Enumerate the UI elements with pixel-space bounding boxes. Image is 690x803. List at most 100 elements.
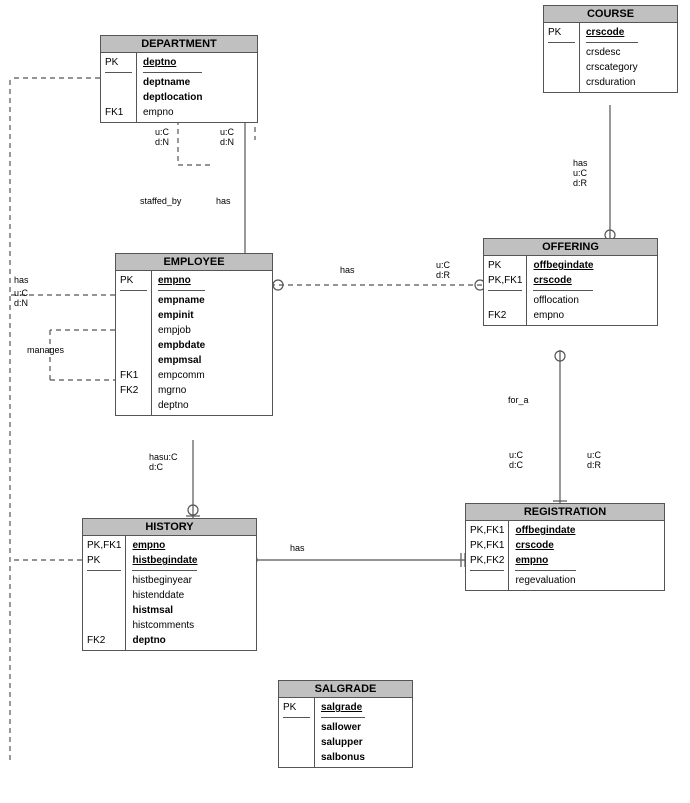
entity-registration-keys: PK,FK1 PK,FK1 PK,FK2 xyxy=(466,521,509,590)
course-attr-crsduration: crsduration xyxy=(586,75,638,90)
label-has-emp-off: has xyxy=(340,265,355,275)
dept-attr-deptno: deptno xyxy=(143,55,202,70)
course-key-blank2 xyxy=(548,60,575,75)
entity-department-header: DEPARTMENT xyxy=(101,36,257,53)
reg-attr-crscode: crscode xyxy=(515,538,575,553)
entity-department-attrs: deptno deptname deptlocation empno xyxy=(137,53,208,122)
entity-history: HISTORY PK,FK1 PK FK2 empno histbegindat… xyxy=(82,518,257,651)
label-hasu-c: hasu:Cd:C xyxy=(149,452,178,472)
entity-history-body: PK,FK1 PK FK2 empno histbegindate histbe… xyxy=(83,536,256,650)
off-attr-empno: empno xyxy=(533,308,593,323)
reg-key-pkfk1-2: PK,FK1 xyxy=(470,538,504,553)
emp-attr-empbdate: empbdate xyxy=(158,338,205,353)
reg-key-blank xyxy=(470,573,504,588)
sal-key-blank1 xyxy=(283,720,310,735)
label-has-course-off: has xyxy=(573,158,588,168)
sal-key-blank3 xyxy=(283,750,310,765)
dept-key-pk: PK xyxy=(105,55,132,70)
entity-registration-attrs: offbegindate crscode empno regevaluation xyxy=(509,521,581,590)
emp-attr-empcomm: empcomm xyxy=(158,368,205,383)
hist-key-pk: PK xyxy=(87,553,121,568)
diagram-container: u:Cd:N u:Cd:N staffed_by has has u:Cd:N … xyxy=(0,0,690,803)
emp-attr-mgrno: mgrno xyxy=(158,383,205,398)
entity-offering-keys: PK PK,FK1 FK2 xyxy=(484,256,527,325)
sal-attr-salgrade: salgrade xyxy=(321,700,365,715)
emp-key-blank4 xyxy=(120,338,147,353)
course-key-blank3 xyxy=(548,75,575,90)
emp-key-blank2 xyxy=(120,308,147,323)
entity-offering-body: PK PK,FK1 FK2 offbegindate crscode offlo… xyxy=(484,256,657,325)
hist-attr-histmsal: histmsal xyxy=(132,603,197,618)
label-uc-dn-left: u:Cd:N xyxy=(14,288,28,308)
entity-employee: EMPLOYEE PK FK1 FK2 empno empname empini… xyxy=(115,253,273,416)
entity-registration-body: PK,FK1 PK,FK1 PK,FK2 offbegindate crscod… xyxy=(466,521,664,590)
entity-salgrade-body: PK salgrade sallower salupper salbonus xyxy=(279,698,412,767)
emp-key-blank1 xyxy=(120,293,147,308)
entity-salgrade-header: SALGRADE xyxy=(279,681,412,698)
course-attr-crscategory: crscategory xyxy=(586,60,638,75)
emp-attr-empno: empno xyxy=(158,273,205,288)
off-attr-crscode: crscode xyxy=(533,273,593,288)
sal-attr-sallower: sallower xyxy=(321,720,365,735)
entity-course: COURSE PK crscode crsdesc crscategory cr… xyxy=(543,5,678,93)
entity-offering-header: OFFERING xyxy=(484,239,657,256)
entity-employee-attrs: empno empname empinit empjob empbdate em… xyxy=(152,271,211,415)
emp-attr-empmsal: empmsal xyxy=(158,353,205,368)
emp-attr-deptno: deptno xyxy=(158,398,205,413)
reg-key-pkfk1-1: PK,FK1 xyxy=(470,523,504,538)
entity-department-keys: PK FK1 xyxy=(101,53,137,122)
off-attr-offbegindate: offbegindate xyxy=(533,258,593,273)
course-attr-crsdesc: crsdesc xyxy=(586,45,638,60)
reg-key-pkfk2: PK,FK2 xyxy=(470,553,504,568)
label-uc-dr-emp-off: u:Cd:R xyxy=(436,260,450,280)
dept-attr-deptlocation: deptlocation xyxy=(143,90,202,105)
entity-salgrade-keys: PK xyxy=(279,698,315,767)
reg-attr-regevaluation: regevaluation xyxy=(515,573,575,588)
hist-key-blank3 xyxy=(87,603,121,618)
hist-key-pkfk1: PK,FK1 xyxy=(87,538,121,553)
entity-employee-body: PK FK1 FK2 empno empname empinit empjob … xyxy=(116,271,272,415)
dept-key-blank1 xyxy=(105,75,132,90)
emp-key-fk1: FK1 xyxy=(120,368,147,383)
reg-attr-offbegindate: offbegindate xyxy=(515,523,575,538)
dept-key-blank2 xyxy=(105,90,132,105)
emp-key-blank3 xyxy=(120,323,147,338)
hist-attr-histbeginyear: histbeginyear xyxy=(132,573,197,588)
sal-attr-salbonus: salbonus xyxy=(321,750,365,765)
emp-attr-empname: empname xyxy=(158,293,205,308)
dept-attr-empno: empno xyxy=(143,105,202,120)
label-uc-staffedby2: u:Cd:N xyxy=(220,127,234,147)
hist-attr-histbegindate: histbegindate xyxy=(132,553,197,568)
emp-attr-empjob: empjob xyxy=(158,323,205,338)
label-uc-dc-off-reg: u:Cd:C xyxy=(509,450,523,470)
hist-key-blank1 xyxy=(87,573,121,588)
label-manages: manages xyxy=(27,345,64,355)
entity-course-keys: PK xyxy=(544,23,580,92)
entity-salgrade: SALGRADE PK salgrade sallower salupper s… xyxy=(278,680,413,768)
sal-key-blank2 xyxy=(283,735,310,750)
entity-history-header: HISTORY xyxy=(83,519,256,536)
emp-attr-empinit: empinit xyxy=(158,308,205,323)
course-attr-crscode: crscode xyxy=(586,25,638,40)
entity-course-body: PK crscode crsdesc crscategory crsdurati… xyxy=(544,23,677,92)
dept-key-fk1: FK1 xyxy=(105,105,132,120)
sal-attr-salupper: salupper xyxy=(321,735,365,750)
entity-department-body: PK FK1 deptno deptname deptlocation empn… xyxy=(101,53,257,122)
entity-history-attrs: empno histbegindate histbeginyear histen… xyxy=(126,536,203,650)
entity-employee-keys: PK FK1 FK2 xyxy=(116,271,152,415)
emp-key-blank5 xyxy=(120,353,147,368)
hist-attr-deptno: deptno xyxy=(132,633,197,648)
label-uc-dn-staffedby: u:Cd:N xyxy=(155,127,169,147)
off-key-fk2: FK2 xyxy=(488,308,522,323)
hist-key-fk2: FK2 xyxy=(87,633,121,648)
off-key-pkfk1: PK,FK1 xyxy=(488,273,522,288)
hist-attr-empno: empno xyxy=(132,538,197,553)
off-key-blank xyxy=(488,293,522,308)
hist-attr-histenddate: histenddate xyxy=(132,588,197,603)
off-key-pk: PK xyxy=(488,258,522,273)
emp-key-pk: PK xyxy=(120,273,147,288)
sal-key-pk: PK xyxy=(283,700,310,715)
label-has-left: has xyxy=(14,275,29,285)
dept-attr-deptname: deptname xyxy=(143,75,202,90)
off-attr-offlocation: offlocation xyxy=(533,293,593,308)
